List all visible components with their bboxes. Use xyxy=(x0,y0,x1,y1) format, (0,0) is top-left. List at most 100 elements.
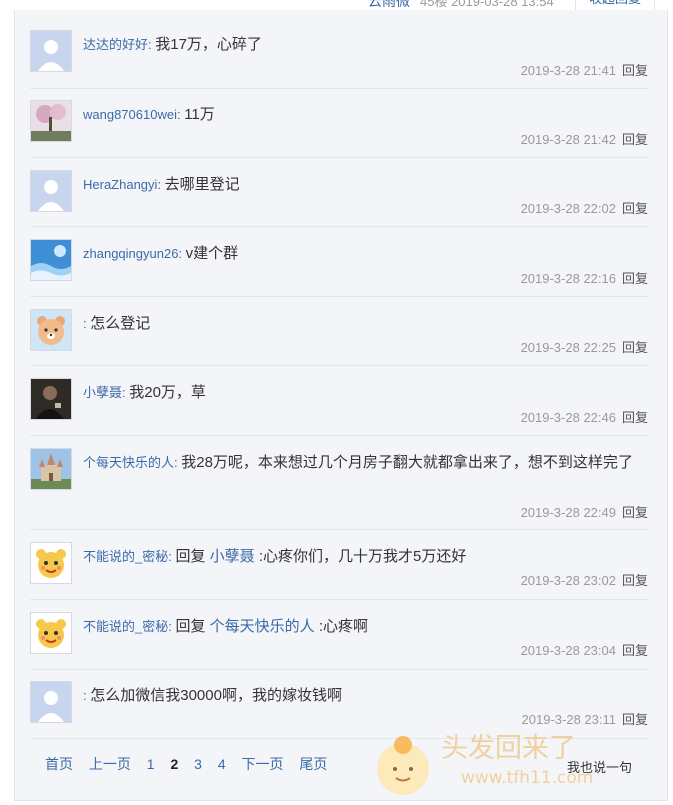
comment-content: HeraZhangyi: 去哪里登记 xyxy=(83,176,240,193)
comment-text: 怎么加微信我30000啊，我的嫁妆钱啊 xyxy=(90,687,342,704)
dark-photo-avatar-icon xyxy=(31,379,71,419)
avatar[interactable] xyxy=(30,448,72,490)
reply-link[interactable]: 回复 xyxy=(622,63,648,78)
comment-time: 2019-3-28 21:42 xyxy=(520,132,616,147)
comment-meta: 2019-3-28 23:02 回复 xyxy=(521,570,648,589)
reply-link[interactable]: 回复 xyxy=(622,573,648,588)
say-one-sentence-button[interactable]: 我也说一句 xyxy=(567,757,632,776)
prev-page-link[interactable]: 上一页 xyxy=(89,756,131,772)
reply-link[interactable]: 回复 xyxy=(622,505,648,520)
comment-item: 达达的好好: 我17万，心碎了 2019-3-28 21:41 回复 xyxy=(30,30,648,89)
post-meta: 45楼 2019-03-28 13:54 xyxy=(420,0,554,9)
first-page-link[interactable]: 首页 xyxy=(45,756,73,772)
reply-target-link[interactable]: 小孽聂 xyxy=(210,548,255,565)
comment-text: 去哪里登记 xyxy=(164,176,240,193)
comment-content: 不能说的_密秘: 回复 个每天快乐的人 :心疼啊 xyxy=(83,618,369,635)
reply-link[interactable]: 回复 xyxy=(622,643,648,658)
cartoon-avatar-icon xyxy=(31,613,71,653)
username-link[interactable]: 达达的好好 xyxy=(83,37,148,52)
bear-avatar-icon xyxy=(31,310,71,350)
comment-content: : 怎么加微信我30000啊，我的嫁妆钱啊 xyxy=(83,687,342,704)
avatar[interactable] xyxy=(30,30,72,72)
comment-time: 2019-3-28 22:25 xyxy=(520,340,616,355)
pagination: 首页 上一页 1 2 3 4 下一页 尾页 xyxy=(45,754,339,774)
comment-time: 2019-3-28 22:46 xyxy=(520,410,616,425)
reply-keyword: 回复 xyxy=(175,548,206,565)
username-link[interactable]: 不能说的_密秘 xyxy=(83,549,168,564)
comment-item: wang870610wei: 11万 2019-3-28 21:42 回复 xyxy=(30,100,648,158)
comment-meta: 2019-3-28 22:02 回复 xyxy=(521,198,648,217)
default-avatar-icon xyxy=(31,31,71,71)
avatar[interactable] xyxy=(30,542,72,584)
reply-link[interactable]: 回复 xyxy=(622,271,648,286)
reply-keyword: 回复 xyxy=(175,618,206,635)
comment-text: 11万 xyxy=(184,106,215,123)
comment-item: zhangqingyun26: v建个群 2019-3-28 22:16 回复 xyxy=(30,239,648,297)
avatar[interactable] xyxy=(30,100,72,142)
username-link[interactable]: zhangqingyun26 xyxy=(83,246,178,261)
comment-item: HeraZhangyi: 去哪里登记 2019-3-28 22:02 回复 xyxy=(30,170,648,227)
comment-item: 小孽聂: 我20万，草 2019-3-28 22:46 回复 xyxy=(30,378,648,436)
comment-text: 怎么登记 xyxy=(90,315,151,332)
username-link[interactable]: HeraZhangyi xyxy=(83,177,157,192)
comment-content: zhangqingyun26: v建个群 xyxy=(83,245,239,262)
comment-text: 心疼你们，几十万我才5万还好 xyxy=(263,548,467,565)
next-page-link[interactable]: 下一页 xyxy=(242,756,284,772)
tree-photo-avatar-icon xyxy=(31,101,71,141)
avatar[interactable] xyxy=(30,378,72,420)
comment-content: 不能说的_密秘: 回复 小孽聂 :心疼你们，几十万我才5万还好 xyxy=(83,548,467,565)
current-page: 2 xyxy=(170,756,179,772)
comment-content: 小孽聂: 我20万，草 xyxy=(83,384,206,401)
comment-meta: 2019-3-28 22:16 回复 xyxy=(521,268,648,287)
comment-content: 达达的好好: 我17万，心碎了 xyxy=(83,36,262,53)
comment-time: 2019-3-28 22:49 xyxy=(520,505,616,520)
comment-text: v建个群 xyxy=(185,245,239,262)
page-link-1[interactable]: 1 xyxy=(147,756,155,772)
default-avatar-icon xyxy=(31,682,71,722)
cartoon-avatar-icon xyxy=(31,543,71,583)
castle-photo-avatar-icon xyxy=(31,449,71,489)
sky-photo-avatar-icon xyxy=(31,240,71,280)
page-link-3[interactable]: 3 xyxy=(194,756,202,772)
watermark-title: 头发回来了 xyxy=(441,733,576,764)
comment-text: 我28万呢，本来想过几个月房子翻大就都拿出来了，想不到这样完了 xyxy=(181,454,633,471)
username-link[interactable]: 个每天快乐的人 xyxy=(83,455,174,470)
comment-time: 2019-3-28 22:16 xyxy=(520,271,616,286)
reply-link[interactable]: 回复 xyxy=(622,410,648,425)
avatar[interactable] xyxy=(30,239,72,281)
comment-meta: 2019-3-28 22:25 回复 xyxy=(521,337,648,356)
avatar[interactable] xyxy=(30,681,72,723)
comment-meta: 2019-3-28 21:42 回复 xyxy=(521,129,648,148)
avatar[interactable] xyxy=(30,309,72,351)
comment-text: 心疼啊 xyxy=(323,618,369,635)
reply-link[interactable]: 回复 xyxy=(622,201,648,216)
comment-time: 2019-3-28 22:02 xyxy=(520,201,616,216)
reply-link[interactable]: 回复 xyxy=(622,132,648,147)
comment-content: wang870610wei: 11万 xyxy=(83,106,215,123)
reply-link[interactable]: 回复 xyxy=(622,340,648,355)
comment-item: 个每天快乐的人: 我28万呢，本来想过几个月房子翻大就都拿出来了，想不到这样完了… xyxy=(30,448,648,530)
avatar[interactable] xyxy=(30,170,72,212)
comment-meta: 2019-3-28 21:41 回复 xyxy=(521,60,648,79)
comment-content: : 怎么登记 xyxy=(83,315,151,332)
comment-time: 2019-3-28 23:04 xyxy=(520,643,616,658)
comment-meta: 2019-3-28 23:04 回复 xyxy=(521,640,648,659)
comment-item: 不能说的_密秘: 回复 小孽聂 :心疼你们，几十万我才5万还好 2019-3-2… xyxy=(30,542,648,600)
comment-meta: 2019-3-28 22:49 回复 xyxy=(521,502,648,521)
comment-time: 2019-3-28 21:41 xyxy=(520,63,616,78)
comment-content: 个每天快乐的人: 我28万呢，本来想过几个月房子翻大就都拿出来了，想不到这样完了 xyxy=(83,454,633,471)
default-avatar-icon xyxy=(31,171,71,211)
username-link[interactable]: wang870610wei xyxy=(83,107,177,122)
last-page-link[interactable]: 尾页 xyxy=(299,756,327,772)
username-link[interactable]: 小孽聂 xyxy=(83,385,122,400)
comment-item: 不能说的_密秘: 回复 个每天快乐的人 :心疼啊 2019-3-28 23:04… xyxy=(30,612,648,670)
username-link[interactable]: 不能说的_密秘 xyxy=(83,619,168,634)
comment-item: : 怎么登记 2019-3-28 22:25 回复 xyxy=(30,309,648,366)
reply-target-link[interactable]: 个每天快乐的人 xyxy=(210,618,315,635)
comment-text: 我20万，草 xyxy=(129,384,206,401)
comment-meta: 2019-3-28 22:46 回复 xyxy=(521,407,648,426)
page-link-4[interactable]: 4 xyxy=(218,756,226,772)
comment-text: 我17万，心碎了 xyxy=(155,36,262,53)
comment-time: 2019-3-28 23:02 xyxy=(520,573,616,588)
avatar[interactable] xyxy=(30,612,72,654)
